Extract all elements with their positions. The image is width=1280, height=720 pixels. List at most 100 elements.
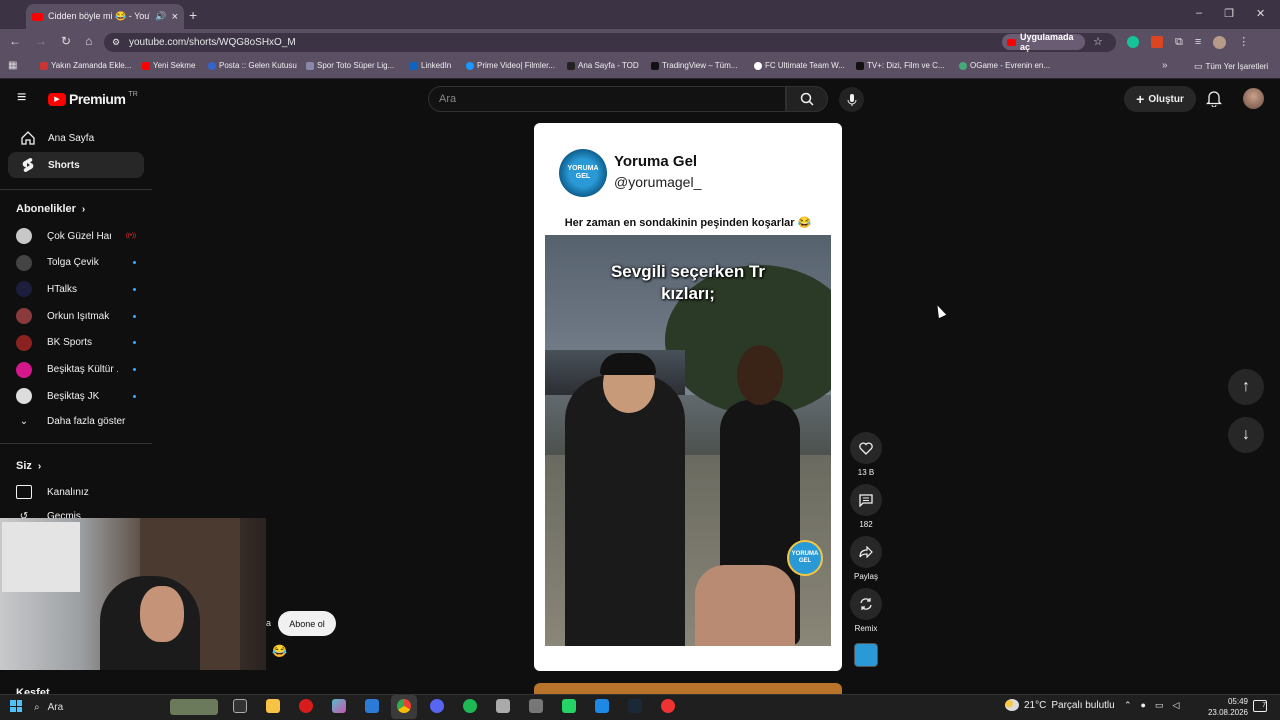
- sidebar-subscription-item[interactable]: Çok Güzel Harek... ((•)): [16, 228, 136, 244]
- bookmark-item[interactable]: Yeni Sekme: [142, 61, 195, 70]
- subscriptions-heading[interactable]: Abonelikler ›: [16, 203, 85, 215]
- copilot-icon[interactable]: [332, 699, 346, 713]
- new-content-dot: [133, 314, 136, 318]
- subscribe-button[interactable]: Abone ol: [278, 611, 336, 636]
- sidebar-subscription-item[interactable]: Beşiktaş JK: [16, 388, 136, 405]
- search-input[interactable]: Ara: [428, 86, 786, 112]
- site-info-icon[interactable]: ⚙: [112, 37, 120, 48]
- spotify-icon[interactable]: [463, 699, 477, 713]
- share-button[interactable]: [850, 536, 882, 568]
- channel-name[interactable]: Yoruma Gel: [614, 153, 697, 170]
- search-button[interactable]: [786, 86, 828, 112]
- all-bookmarks-folder[interactable]: ▭ Tüm Yer İşaretleri: [1194, 61, 1268, 72]
- hamburger-menu-icon[interactable]: ≡: [17, 90, 26, 106]
- windows-start-icon[interactable]: [10, 700, 22, 712]
- media-control-icon[interactable]: ≡: [1195, 36, 1201, 49]
- account-avatar[interactable]: [1243, 88, 1264, 109]
- chrome-menu-icon[interactable]: ⋮: [1238, 36, 1249, 49]
- create-button[interactable]: + Oluştur: [1124, 86, 1196, 112]
- bookmark-item[interactable]: Prime Video| Filmler...: [466, 61, 555, 70]
- bookmark-item[interactable]: Yakın Zamanda Ekle...: [40, 61, 131, 70]
- bookmark-item[interactable]: Spor Toto Süper Lig...: [306, 61, 394, 70]
- network-icon[interactable]: ▭: [1155, 700, 1164, 711]
- todo-icon[interactable]: [595, 699, 609, 713]
- sidebar-item-home[interactable]: Ana Sayfa: [8, 125, 144, 151]
- sound-channel-avatar[interactable]: [854, 643, 878, 667]
- bookmark-item[interactable]: Ana Sayfa - TOD: [567, 61, 639, 70]
- remix-button[interactable]: [850, 588, 882, 620]
- arrow-up-icon: ↑: [1242, 378, 1250, 395]
- chrome-icon[interactable]: [397, 699, 411, 713]
- back-icon[interactable]: ←: [9, 34, 21, 48]
- clock[interactable]: 05:49 23.08.2026: [1196, 696, 1248, 718]
- bookmark-star-icon[interactable]: ☆: [1093, 35, 1103, 48]
- notifications-bell-icon[interactable]: [1205, 90, 1223, 110]
- sidebar-subscription-item[interactable]: Beşiktaş Kültür ...: [16, 361, 136, 378]
- restore-icon[interactable]: ❐: [1224, 7, 1234, 20]
- steam-icon[interactable]: [628, 699, 642, 713]
- taskbar-search[interactable]: ⌕ Ara: [34, 698, 224, 716]
- tab-title: Cidden böyle mi 😂 - YouTube: [48, 11, 150, 21]
- short-video-frame[interactable]: Sevgili seçerken Tr kızları; YORUMA GEL: [545, 235, 831, 646]
- like-button[interactable]: [850, 432, 882, 464]
- app-icon[interactable]: [661, 699, 675, 713]
- voice-search-button[interactable]: [839, 87, 864, 112]
- audio-icon[interactable]: 🔊: [155, 11, 166, 22]
- man-cap: [600, 353, 656, 375]
- minimize-icon[interactable]: –: [1196, 7, 1202, 20]
- notification-center-icon[interactable]: 7: [1253, 700, 1267, 712]
- youtube-bookmark-icon: [142, 61, 150, 70]
- home-icon[interactable]: ⌂: [85, 34, 92, 48]
- sidebar-subscription-item[interactable]: BK Sports: [16, 334, 136, 351]
- bookmark-item[interactable]: Posta :: Gelen Kutusu: [208, 61, 297, 70]
- sidebar-subscription-item[interactable]: Orkun Işıtmak: [16, 308, 136, 325]
- youtube-logo[interactable]: ▶ Premium TR: [48, 91, 138, 107]
- tab-close-icon[interactable]: ×: [172, 11, 178, 23]
- you-heading[interactable]: Siz ›: [16, 460, 41, 472]
- bookmark-item[interactable]: LinkedIn: [410, 61, 451, 70]
- new-tab-button[interactable]: +: [189, 7, 197, 23]
- weather-widget[interactable]: 21°C Parçalı bulutlu: [1005, 699, 1115, 711]
- previous-short-button[interactable]: ↑: [1228, 369, 1264, 405]
- bookmark-item[interactable]: OGame - Evrenin en...: [959, 61, 1050, 70]
- extensions-puzzle-icon[interactable]: ⧉: [1175, 36, 1183, 49]
- opera-icon[interactable]: [299, 699, 313, 713]
- file-explorer-icon[interactable]: [266, 699, 280, 713]
- tray-overflow-icon[interactable]: ⌃: [1124, 700, 1132, 711]
- address-bar[interactable]: ⚙ youtube.com/shorts/WQG8oSHxO_M: [104, 33, 1116, 52]
- close-window-icon[interactable]: ✕: [1256, 7, 1265, 20]
- next-short-button[interactable]: ↓: [1228, 417, 1264, 453]
- logo-text: Premium: [69, 91, 126, 107]
- task-view-icon[interactable]: [233, 699, 247, 713]
- outlook-icon[interactable]: [365, 699, 379, 713]
- channel-handle[interactable]: @yorumagel_: [614, 174, 701, 190]
- bookmark-item[interactable]: TV+: Dizi, Film ve C...: [856, 61, 945, 70]
- reload-icon[interactable]: ↻: [61, 34, 71, 48]
- microphone-tray-icon[interactable]: ●: [1141, 700, 1146, 711]
- comments-button[interactable]: [850, 484, 882, 516]
- linkedin-bookmark-icon: [410, 61, 418, 70]
- show-more-button[interactable]: ⌄ Daha fazla göster: [16, 416, 136, 427]
- next-short-peek[interactable]: [534, 683, 842, 694]
- volume-icon[interactable]: ◁: [1173, 700, 1180, 711]
- apps-grid-icon[interactable]: ▦: [8, 60, 17, 71]
- sidebar-item-your-channel[interactable]: Kanalınız: [16, 485, 136, 499]
- sidebar-subscription-item[interactable]: HTalks: [16, 281, 136, 298]
- bookmark-item[interactable]: TradingView – Tüm...: [651, 61, 737, 70]
- browser-tab[interactable]: Cidden böyle mi 😂 - YouTube 🔊 ×: [26, 4, 184, 29]
- pdf-extension-icon[interactable]: [1151, 36, 1163, 48]
- bookmark-item[interactable]: FC Ultimate Team W...: [754, 61, 845, 70]
- whatsapp-icon[interactable]: [562, 699, 576, 713]
- forward-icon[interactable]: →: [35, 34, 47, 48]
- channel-avatar[interactable]: YORUMA GEL: [559, 149, 607, 197]
- profile-avatar-icon[interactable]: [1213, 36, 1227, 49]
- discord-icon[interactable]: [430, 699, 444, 713]
- sidebar-item-shorts[interactable]: Shorts: [8, 152, 144, 178]
- grammarly-extension-icon[interactable]: [1127, 36, 1139, 48]
- app-icon[interactable]: [496, 699, 510, 713]
- calculator-icon[interactable]: [529, 699, 543, 713]
- bookmarks-overflow-icon[interactable]: »: [1162, 60, 1168, 71]
- sidebar-subscription-item[interactable]: Tolga Çevik: [16, 254, 136, 271]
- open-in-app-button[interactable]: Uygulamada aç: [1002, 32, 1085, 52]
- channel-avatar-icon: [16, 388, 32, 405]
